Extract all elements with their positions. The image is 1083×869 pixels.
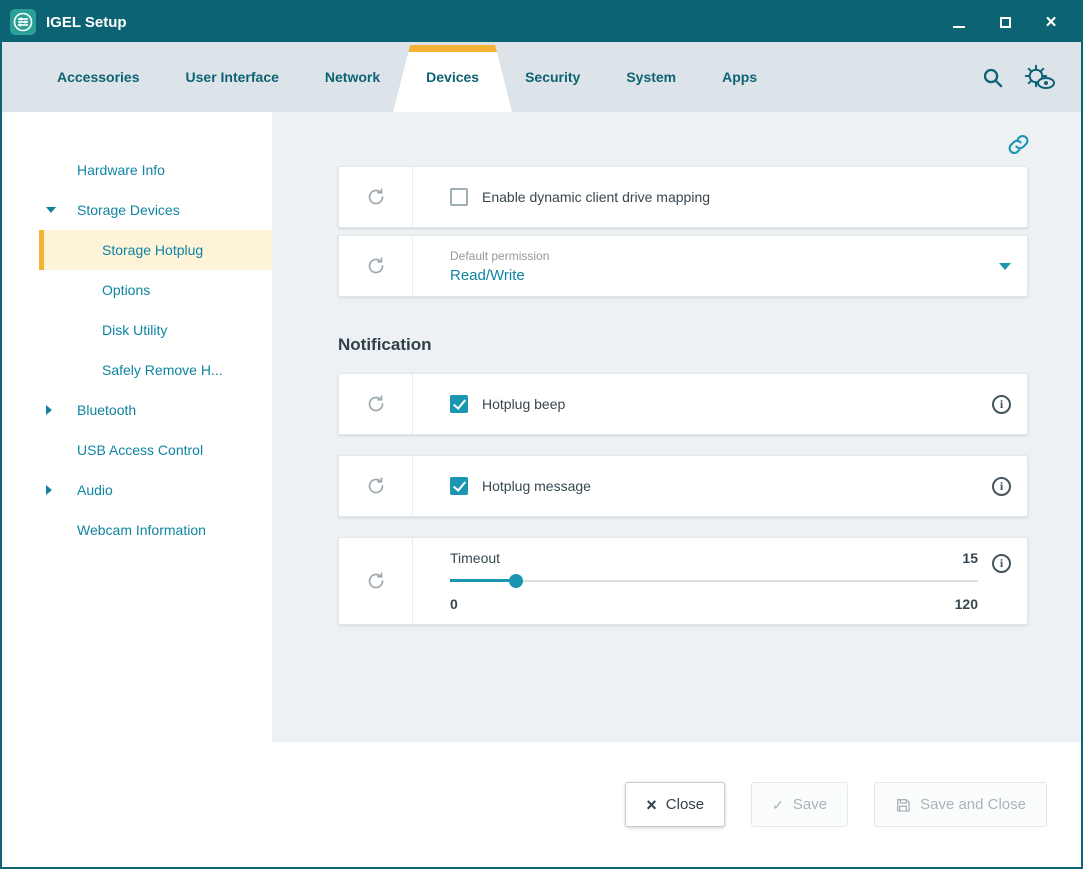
default-permission-label: Default permission xyxy=(450,249,549,263)
tab-bar: Accessories User Interface Network Devic… xyxy=(2,42,1081,112)
floppy-disk-icon xyxy=(895,797,911,813)
setting-row-default-permission: Default permission Read/Write xyxy=(338,235,1028,297)
slider-fill xyxy=(450,579,516,582)
close-window-button[interactable]: × xyxy=(1043,14,1059,30)
tab-network[interactable]: Network xyxy=(302,42,403,112)
reset-to-default-button[interactable] xyxy=(339,374,413,434)
setting-row-drive-mapping: Enable dynamic client drive mapping xyxy=(338,166,1028,228)
maximize-button[interactable] xyxy=(997,14,1013,30)
section-title-notification: Notification xyxy=(338,335,1028,355)
tab-accessories[interactable]: Accessories xyxy=(34,42,163,112)
window-controls: × xyxy=(951,14,1067,30)
sidebar-item-webcam-information[interactable]: Webcam Information xyxy=(2,510,272,550)
reset-to-default-button[interactable] xyxy=(339,456,413,516)
minimize-button[interactable] xyxy=(951,14,967,30)
sidebar-item-usb-access-control[interactable]: USB Access Control xyxy=(2,430,272,470)
timeout-max: 120 xyxy=(955,596,978,612)
reset-to-default-button[interactable] xyxy=(339,236,413,296)
timeout-label: Timeout xyxy=(450,550,500,566)
settings-panel: Enable dynamic client drive mapping Defa… xyxy=(272,112,1081,742)
chevron-right-icon[interactable] xyxy=(46,485,52,495)
hotplug-message-label: Hotplug message xyxy=(482,478,591,494)
timeout-slider[interactable] xyxy=(450,573,978,589)
tab-system[interactable]: System xyxy=(603,42,699,112)
footer-bar: × Close ✓ Save Save and Close xyxy=(2,742,1081,867)
hotplug-beep-checkbox[interactable] xyxy=(450,395,468,413)
save-button[interactable]: ✓ Save xyxy=(751,782,848,827)
check-icon: ✓ xyxy=(772,798,784,812)
sidebar-nav: Hardware Info Storage Devices Storage Ho… xyxy=(2,112,272,742)
hotplug-beep-label: Hotplug beep xyxy=(482,396,565,412)
slider-thumb[interactable] xyxy=(509,574,523,588)
tab-devices[interactable]: Devices xyxy=(403,42,502,112)
minimize-icon xyxy=(953,26,965,28)
sidebar-item-safely-remove[interactable]: Safely Remove H... xyxy=(2,350,272,390)
sidebar-item-storage-hotplug[interactable]: Storage Hotplug xyxy=(39,230,272,270)
chevron-down-icon[interactable] xyxy=(46,207,56,213)
info-icon[interactable]: i xyxy=(992,554,1011,573)
sidebar-item-audio[interactable]: Audio xyxy=(2,470,272,510)
drive-mapping-checkbox[interactable] xyxy=(450,188,468,206)
default-permission-select[interactable]: Default permission Read/Write xyxy=(450,249,549,284)
body: Hardware Info Storage Devices Storage Ho… xyxy=(2,112,1081,742)
tab-security[interactable]: Security xyxy=(502,42,603,112)
close-x-icon: × xyxy=(646,796,657,814)
chevron-right-icon[interactable] xyxy=(46,405,52,415)
igel-logo-icon xyxy=(10,9,36,35)
maximize-icon xyxy=(1000,17,1011,28)
reset-to-default-button[interactable] xyxy=(339,167,413,227)
default-permission-value: Read/Write xyxy=(450,267,549,284)
sidebar-item-storage-devices[interactable]: Storage Devices xyxy=(2,190,272,230)
tab-user-interface[interactable]: User Interface xyxy=(163,42,302,112)
tab-apps[interactable]: Apps xyxy=(699,42,780,112)
sidebar-item-bluetooth[interactable]: Bluetooth xyxy=(2,390,272,430)
close-button[interactable]: × Close xyxy=(625,782,725,827)
gear-eye-icon[interactable] xyxy=(1024,64,1055,91)
dropdown-caret-icon[interactable] xyxy=(999,263,1011,270)
hotplug-message-checkbox[interactable] xyxy=(450,477,468,495)
reset-to-default-button[interactable] xyxy=(339,538,413,624)
close-icon: × xyxy=(1045,13,1056,32)
info-icon[interactable]: i xyxy=(992,395,1011,414)
drive-mapping-label: Enable dynamic client drive mapping xyxy=(482,189,710,205)
setting-row-timeout: Timeout 15 0 120 i xyxy=(338,537,1028,625)
setting-row-hotplug-beep: Hotplug beep i xyxy=(338,373,1028,435)
tabbar-icons xyxy=(981,42,1081,112)
igel-setup-window: IGEL Setup × Accessories User Interface … xyxy=(0,0,1083,869)
link-icon[interactable] xyxy=(1006,132,1031,162)
sidebar-item-options[interactable]: Options xyxy=(2,270,272,310)
info-icon[interactable]: i xyxy=(992,477,1011,496)
timeout-value: 15 xyxy=(962,550,978,566)
save-and-close-button[interactable]: Save and Close xyxy=(874,782,1047,827)
titlebar: IGEL Setup × xyxy=(2,2,1081,42)
window-title: IGEL Setup xyxy=(46,14,127,31)
search-icon[interactable] xyxy=(981,66,1004,89)
setting-row-hotplug-message: Hotplug message i xyxy=(338,455,1028,517)
sidebar-item-disk-utility[interactable]: Disk Utility xyxy=(2,310,272,350)
sidebar-item-hardware-info[interactable]: Hardware Info xyxy=(2,150,272,190)
timeout-min: 0 xyxy=(450,596,458,612)
